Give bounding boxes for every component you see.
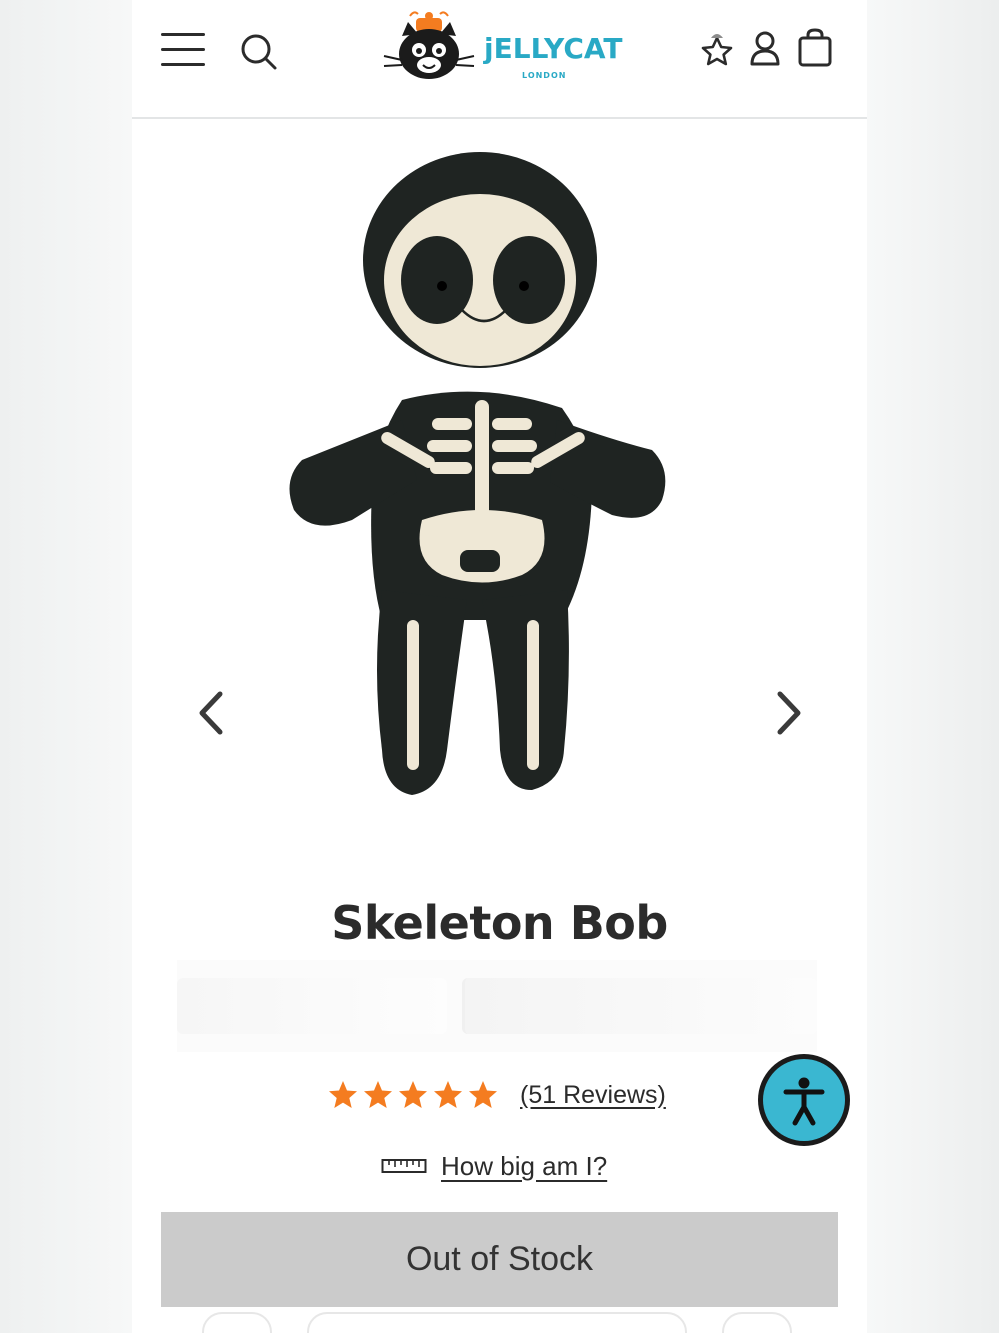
rating-stars <box>328 1080 498 1110</box>
shopping-bag-icon[interactable] <box>796 28 834 68</box>
price-area-obscured <box>177 960 817 1052</box>
accessibility-button-inner <box>763 1059 845 1141</box>
account-icon[interactable] <box>748 30 782 68</box>
product-page: jELLYCAT LONDON Skeleton Bob (51 Reviews… <box>132 0 867 1333</box>
product-rating: (51 Reviews) <box>328 1075 666 1115</box>
star-icon <box>434 1081 462 1108</box>
site-header: jELLYCAT LONDON <box>132 0 867 119</box>
star-icon <box>329 1081 357 1108</box>
cat-logo-icon <box>383 11 475 79</box>
option-chip[interactable] <box>307 1312 687 1333</box>
product-title: Skeleton Bob <box>331 896 668 950</box>
option-chip[interactable] <box>202 1312 272 1333</box>
background-left <box>0 0 132 1333</box>
size-guide[interactable]: How big am I? <box>381 1148 607 1184</box>
star-icon <box>364 1081 392 1108</box>
reviews-link[interactable]: (51 Reviews) <box>520 1081 666 1110</box>
search-icon[interactable] <box>240 33 278 71</box>
option-chip[interactable] <box>722 1312 792 1333</box>
star-icon <box>399 1081 427 1108</box>
brand-logo[interactable]: jELLYCAT LONDON <box>382 10 622 90</box>
out-of-stock-button[interactable]: Out of Stock <box>161 1212 838 1307</box>
previous-image-arrow-icon[interactable] <box>192 688 232 738</box>
size-guide-link[interactable]: How big am I? <box>441 1151 607 1182</box>
wishlist-star-icon[interactable] <box>697 30 737 70</box>
accessibility-button[interactable] <box>758 1054 850 1146</box>
star-icon <box>469 1081 497 1108</box>
brand-name: jELLYCAT <box>484 32 623 65</box>
brand-subtitle: LONDON <box>522 71 567 80</box>
skeleton-plush-image <box>289 152 666 795</box>
accessibility-person-icon <box>783 1077 825 1126</box>
menu-icon[interactable] <box>161 33 205 67</box>
background-right <box>867 0 999 1333</box>
next-image-arrow-icon[interactable] <box>768 688 808 738</box>
ruler-icon <box>381 1159 427 1173</box>
